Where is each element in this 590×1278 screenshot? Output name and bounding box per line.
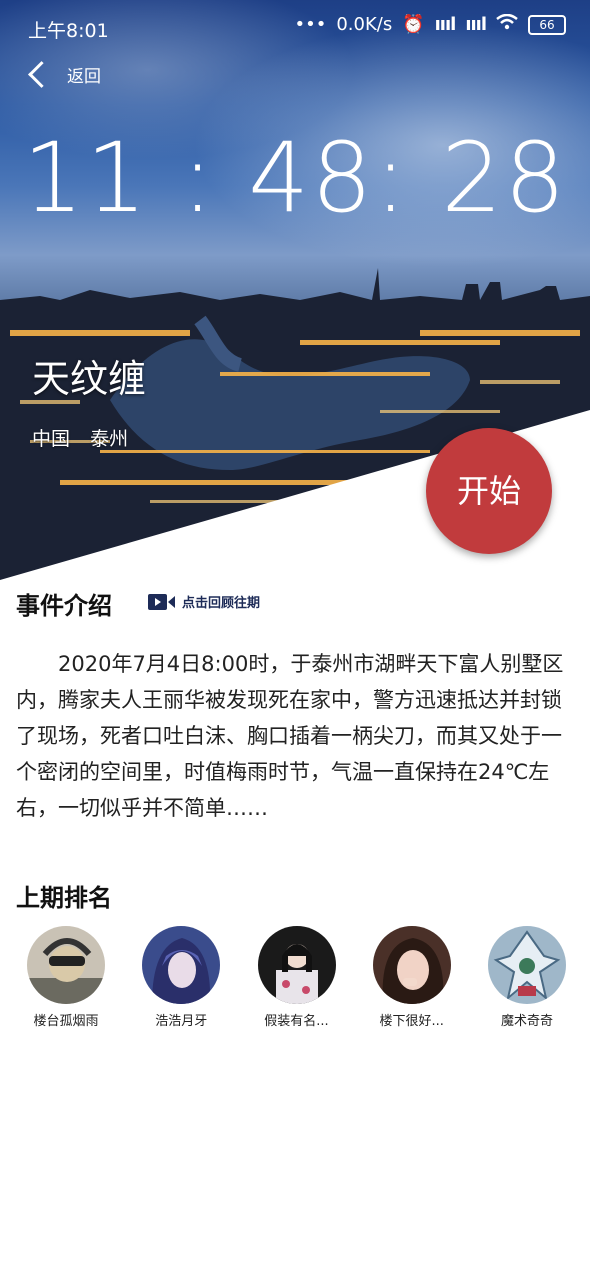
event-description: 2020年7月4日8:00时，于泰州市湖畔天下富人别墅区内，腾家夫人王丽华被发现… <box>16 652 564 820</box>
avatar <box>488 926 566 1004</box>
signal-icon-1: ıııl <box>434 14 457 35</box>
countdown-timer: 11 : 48: 28 <box>22 122 568 234</box>
replay-label: 点击回顾往期 <box>182 596 261 611</box>
rank-user-4[interactable]: 楼下很好... <box>360 926 464 1029</box>
location-city: 泰州 <box>90 428 129 450</box>
battery-icon: 66 <box>528 14 566 35</box>
event-title: 天纹缠 <box>32 357 147 401</box>
avatar <box>257 926 336 1004</box>
more-dots-icon: ••• <box>294 14 327 35</box>
avatar <box>372 926 451 1004</box>
back-button[interactable]: 返回 <box>26 61 101 88</box>
back-label: 返回 <box>67 67 101 87</box>
event-location: 中国 泰州 <box>32 424 128 451</box>
avatar <box>142 926 221 1004</box>
replay-link[interactable]: 点击回顾往期 <box>148 592 260 611</box>
rank-name: 浩浩月牙 <box>155 1014 208 1029</box>
rank-user-1[interactable]: 楼台孤烟雨 <box>14 926 118 1029</box>
wifi-icon <box>496 13 518 35</box>
alarm-icon: ⏰ <box>402 14 425 35</box>
avatar <box>27 926 105 1004</box>
rank-name: 楼下很好... <box>379 1014 444 1029</box>
ranking-list: 楼台孤烟雨 浩浩月牙 假装有名... 楼下很好... 魔术奇奇 <box>14 926 579 1029</box>
rank-name: 楼台孤烟雨 <box>33 1014 99 1029</box>
rank-name: 假装有名... <box>264 1014 329 1029</box>
rank-user-3[interactable]: 假装有名... <box>245 926 349 1029</box>
status-bar: 上午8:01 ••• 0.0K/s ⏰ ıııl ıııl 66 <box>0 0 590 54</box>
location-country: 中国 <box>32 428 71 450</box>
start-button[interactable]: 开始 <box>426 428 552 554</box>
rank-user-5[interactable]: 魔术奇奇 <box>475 926 579 1029</box>
video-camera-icon <box>148 593 176 611</box>
rank-user-2[interactable]: 浩浩月牙 <box>129 926 233 1029</box>
signal-icon-2: ıııl <box>465 14 487 35</box>
chevron-left-icon <box>28 61 55 88</box>
status-time: 上午8:01 <box>28 20 109 42</box>
network-speed: 0.0K/s <box>336 14 393 35</box>
intro-heading: 事件介绍 <box>16 592 112 620</box>
status-icons: ••• 0.0K/s ⏰ ıııl ıııl 66 <box>294 13 566 35</box>
rank-name: 魔术奇奇 <box>500 1014 553 1029</box>
ranking-heading: 上期排名 <box>16 884 112 912</box>
